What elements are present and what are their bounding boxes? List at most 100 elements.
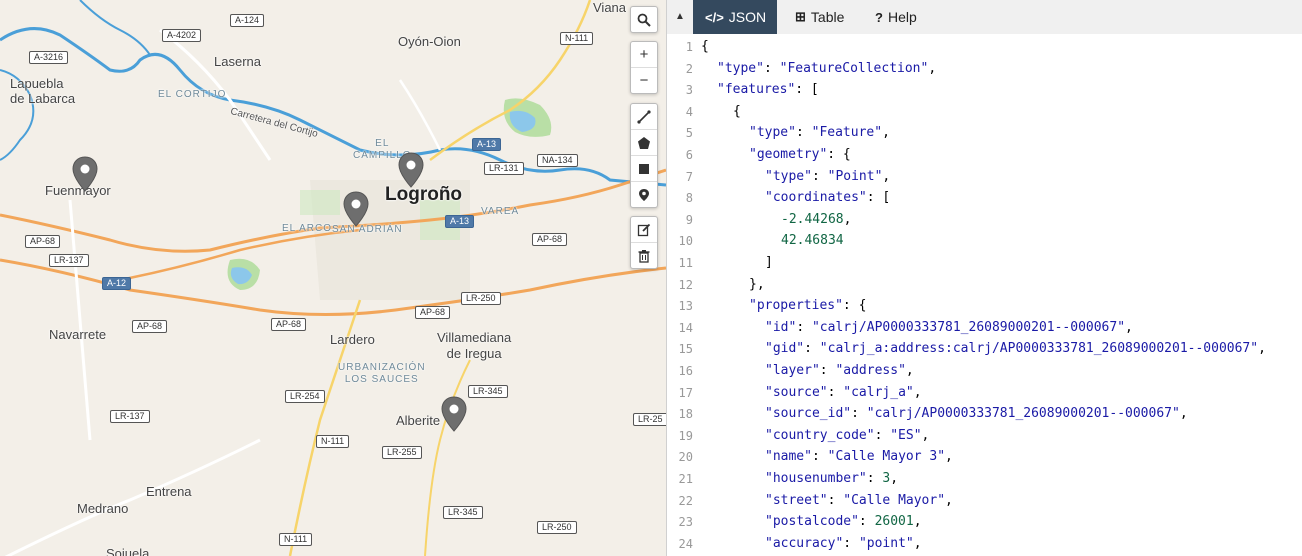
zoom-out-button[interactable]: − — [631, 68, 657, 93]
json-token: "type" — [717, 60, 764, 76]
draw-marker-button[interactable] — [631, 182, 657, 207]
table-icon: ⊞ — [795, 9, 806, 24]
code-line: 42.46834 — [781, 233, 844, 248]
tab-help[interactable]: ? Help — [863, 0, 931, 34]
line-number: 6 — [685, 148, 693, 162]
json-token: "type" — [765, 168, 812, 184]
tab-label: Help — [887, 9, 917, 25]
json-token: "housenumber" — [765, 471, 867, 486]
json-token: -2.44268 — [781, 211, 844, 227]
delete-layers-button[interactable] — [631, 243, 657, 268]
json-token: : — [827, 492, 844, 508]
line-number: 19 — [678, 428, 693, 443]
json-token: , — [913, 535, 922, 551]
road-shield: A-4202 — [162, 29, 202, 42]
draw-rectangle-button[interactable] — [631, 156, 657, 182]
edit-toolbar — [630, 216, 658, 269]
line-number: 8 — [685, 191, 693, 206]
json-token: : — [874, 427, 891, 443]
json-token: , — [890, 471, 899, 486]
district-label: EL CORTIJO — [158, 89, 227, 100]
code-line: "features": [ — [717, 82, 819, 97]
tab-label: JSON — [728, 9, 767, 25]
json-token: "coordinates" — [765, 190, 867, 206]
code-line: "country_code": "ES", — [765, 428, 929, 443]
code-line: "layer": "address", — [765, 363, 914, 378]
search-button[interactable] — [631, 7, 657, 32]
collapse-toggle-icon[interactable]: ▲ — [673, 9, 687, 23]
line-number: 23 — [678, 515, 693, 530]
road-shield: NA-134 — [537, 154, 578, 167]
map-marker-pin[interactable] — [441, 396, 467, 432]
district-label: URBANIZACIÓN LOS SAUCES — [338, 362, 426, 385]
place-label: Oyón-Oion — [398, 34, 461, 49]
json-token: { — [733, 103, 741, 119]
map-base — [0, 0, 666, 556]
map-view[interactable]: Viana Oyón-Oion Laserna Lapuebla de Laba… — [0, 0, 666, 556]
line-number: 9 — [685, 212, 693, 227]
line-number: 12 — [678, 277, 693, 292]
motorway-shield: A-13 — [445, 215, 475, 228]
road-shield: LR-131 — [484, 162, 524, 175]
json-token: "source_id" — [765, 406, 852, 422]
json-token: "Calle Mayor" — [843, 492, 946, 508]
place-label: Alberite — [396, 413, 441, 428]
code-line: "type": "FeatureCollection", — [717, 61, 936, 76]
json-editor[interactable]: 1 2 3 4 5 6 7 8 9 10 11 12 13 14 15 16 17 18 19 20 21 22 23 24 … — [667, 34, 1302, 556]
json-token: "layer" — [765, 363, 820, 378]
edit-icon — [637, 223, 651, 236]
map-marker-pin[interactable] — [343, 191, 369, 227]
code-line: "properties": { — [749, 298, 866, 313]
json-token: "geometry" — [749, 147, 828, 162]
tab-bar: ▲ </> JSON ⊞ Table ? Help — [667, 0, 1302, 35]
line-number: 13 — [678, 299, 693, 314]
json-token: , — [882, 168, 891, 184]
json-token: , — [945, 449, 953, 465]
json-token: : — [827, 384, 844, 400]
map-marker-pin[interactable] — [72, 156, 98, 192]
json-token: : — [851, 406, 867, 422]
motorway-shield: A-13 — [472, 138, 502, 151]
json-token: "name" — [765, 449, 812, 465]
json-token: "point" — [858, 535, 914, 551]
json-token: "calrj_a" — [843, 384, 914, 400]
edit-layers-button[interactable] — [631, 217, 657, 243]
side-panel: ▲ </> JSON ⊞ Table ? Help 1 2 3 4 5 6 7 8 9 10 11 1… — [667, 0, 1302, 556]
draw-polygon-button[interactable] — [631, 130, 657, 156]
code-line: }, — [749, 277, 765, 292]
json-token: "calrj_a:address:calrj/AP0000333781_2608… — [819, 341, 1259, 357]
json-token: , — [945, 492, 953, 508]
road-shield: AP-68 — [25, 235, 61, 248]
code-line: "street": "Calle Mayor", — [765, 493, 953, 508]
tab-label: Table — [810, 9, 845, 25]
json-token: , — [843, 211, 852, 227]
json-token: : { — [842, 298, 867, 314]
json-token: "address" — [835, 363, 906, 378]
road-shield: LR-137 — [110, 410, 150, 423]
json-token: "accuracy" — [765, 535, 844, 551]
road-shield: LR-137 — [49, 254, 89, 267]
place-label: Villamediana de Iregua — [437, 330, 512, 361]
json-token: 26001 — [874, 514, 914, 530]
tab-table[interactable]: ⊞ Table — [783, 0, 859, 34]
line-number: 24 — [678, 536, 693, 551]
road-shield: AP-68 — [271, 318, 307, 331]
map-marker-pin[interactable] — [398, 152, 424, 188]
code-line: { — [733, 104, 741, 119]
line-number: 14 — [678, 320, 693, 335]
json-token: : { — [827, 147, 851, 162]
zoom-in-button[interactable]: + — [631, 42, 657, 68]
road-shield: LR-250 — [461, 292, 501, 305]
json-token: "source" — [765, 384, 828, 400]
code-line: "type": "Feature", — [749, 125, 890, 140]
json-token: "Calle Mayor 3" — [827, 449, 946, 465]
code-line: ] — [765, 255, 773, 270]
json-token: : — [795, 125, 812, 141]
json-token: : — [843, 535, 859, 551]
road-shield: LR-345 — [468, 385, 508, 398]
draw-line-button[interactable] — [631, 104, 657, 130]
district-label: VAREA — [481, 206, 520, 217]
tab-json[interactable]: </> JSON — [693, 0, 777, 34]
json-token: , — [905, 363, 914, 378]
road-shield: N-111 — [279, 533, 313, 546]
